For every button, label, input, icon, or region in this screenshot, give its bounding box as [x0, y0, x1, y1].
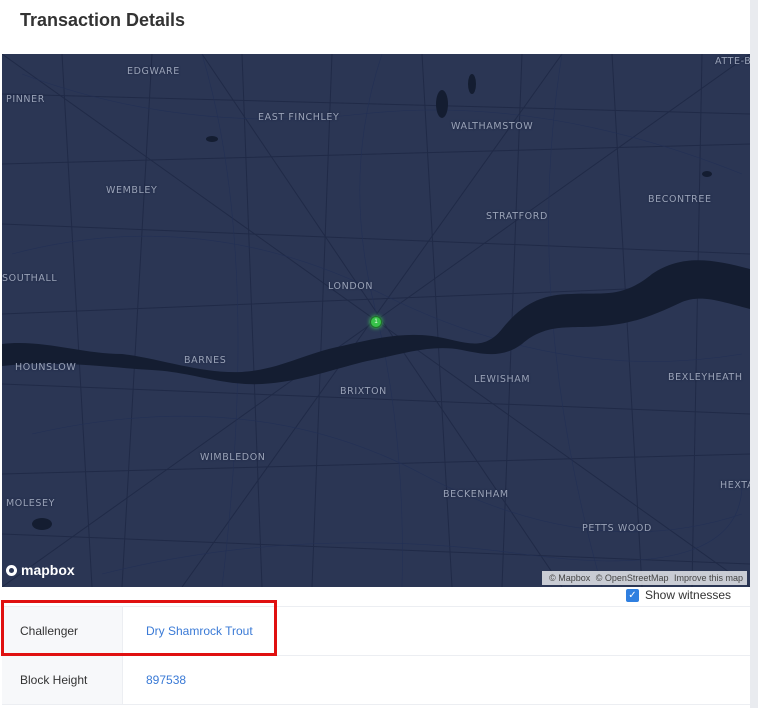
map-view[interactable]: EDGWARE PINNER EAST FINCHLEY WALTHAMSTOW…: [2, 54, 750, 587]
place-label: SOUTHALL: [2, 273, 58, 284]
show-witnesses-checkbox[interactable]: ✓: [626, 588, 639, 602]
place-label: BARNES: [184, 355, 227, 366]
page-title: Transaction Details: [20, 10, 186, 30]
place-label: PETTS WOOD: [582, 523, 652, 534]
improve-map-link[interactable]: Improve this map: [674, 573, 743, 583]
scrollbar[interactable]: [750, 0, 758, 708]
place-label: WIMBLEDON: [200, 452, 266, 463]
challenger-link[interactable]: Dry Shamrock Trout: [123, 624, 253, 638]
place-label: BECKENHAM: [443, 489, 509, 500]
transaction-details-panel: Transaction Details EDGWARE PINNER EAST …: [0, 0, 750, 708]
place-label: BEXLEYHEATH: [668, 372, 743, 383]
block-height-label: Block Height: [2, 656, 123, 704]
table-row: Block Height 897538: [2, 655, 750, 705]
hotspot-marker[interactable]: 1: [370, 316, 382, 328]
mapbox-icon: [6, 564, 17, 576]
osm-attribution-link[interactable]: © OpenStreetMap: [596, 573, 669, 583]
mapbox-logo-text: mapbox: [21, 562, 75, 578]
place-label: PINNER: [6, 94, 45, 105]
place-label: MOLESEY: [6, 498, 56, 509]
place-label: EDGWARE: [127, 66, 180, 77]
place-label: HEXTA: [720, 480, 750, 491]
place-label: BECONTREE: [648, 194, 712, 205]
table-row: Challenger Dry Shamrock Trout: [2, 606, 750, 655]
show-witnesses-label: Show witnesses: [645, 588, 732, 602]
challenger-label: Challenger: [2, 607, 123, 655]
place-label: LEWISHAM: [474, 374, 531, 385]
place-label: STRATFORD: [486, 211, 548, 222]
mapbox-logo[interactable]: mapbox: [6, 562, 75, 578]
block-height-link[interactable]: 897538: [123, 673, 186, 687]
map-attribution: © Mapbox © OpenStreetMap Improve this ma…: [542, 571, 747, 585]
mapbox-attribution-link[interactable]: © Mapbox: [549, 573, 590, 583]
place-label: LONDON: [328, 281, 374, 292]
place-label: WALTHAMSTOW: [451, 121, 534, 132]
place-label: ATTE-B: [715, 56, 750, 67]
details-table: Challenger Dry Shamrock Trout Block Heig…: [2, 606, 750, 705]
place-label: EAST FINCHLEY: [258, 112, 340, 123]
place-label: BRIXTON: [340, 386, 387, 397]
place-label: HOUNSLOW: [15, 362, 77, 373]
show-witnesses-toggle[interactable]: ✓ Show witnesses: [626, 588, 731, 602]
place-label: WEMBLEY: [106, 185, 158, 196]
